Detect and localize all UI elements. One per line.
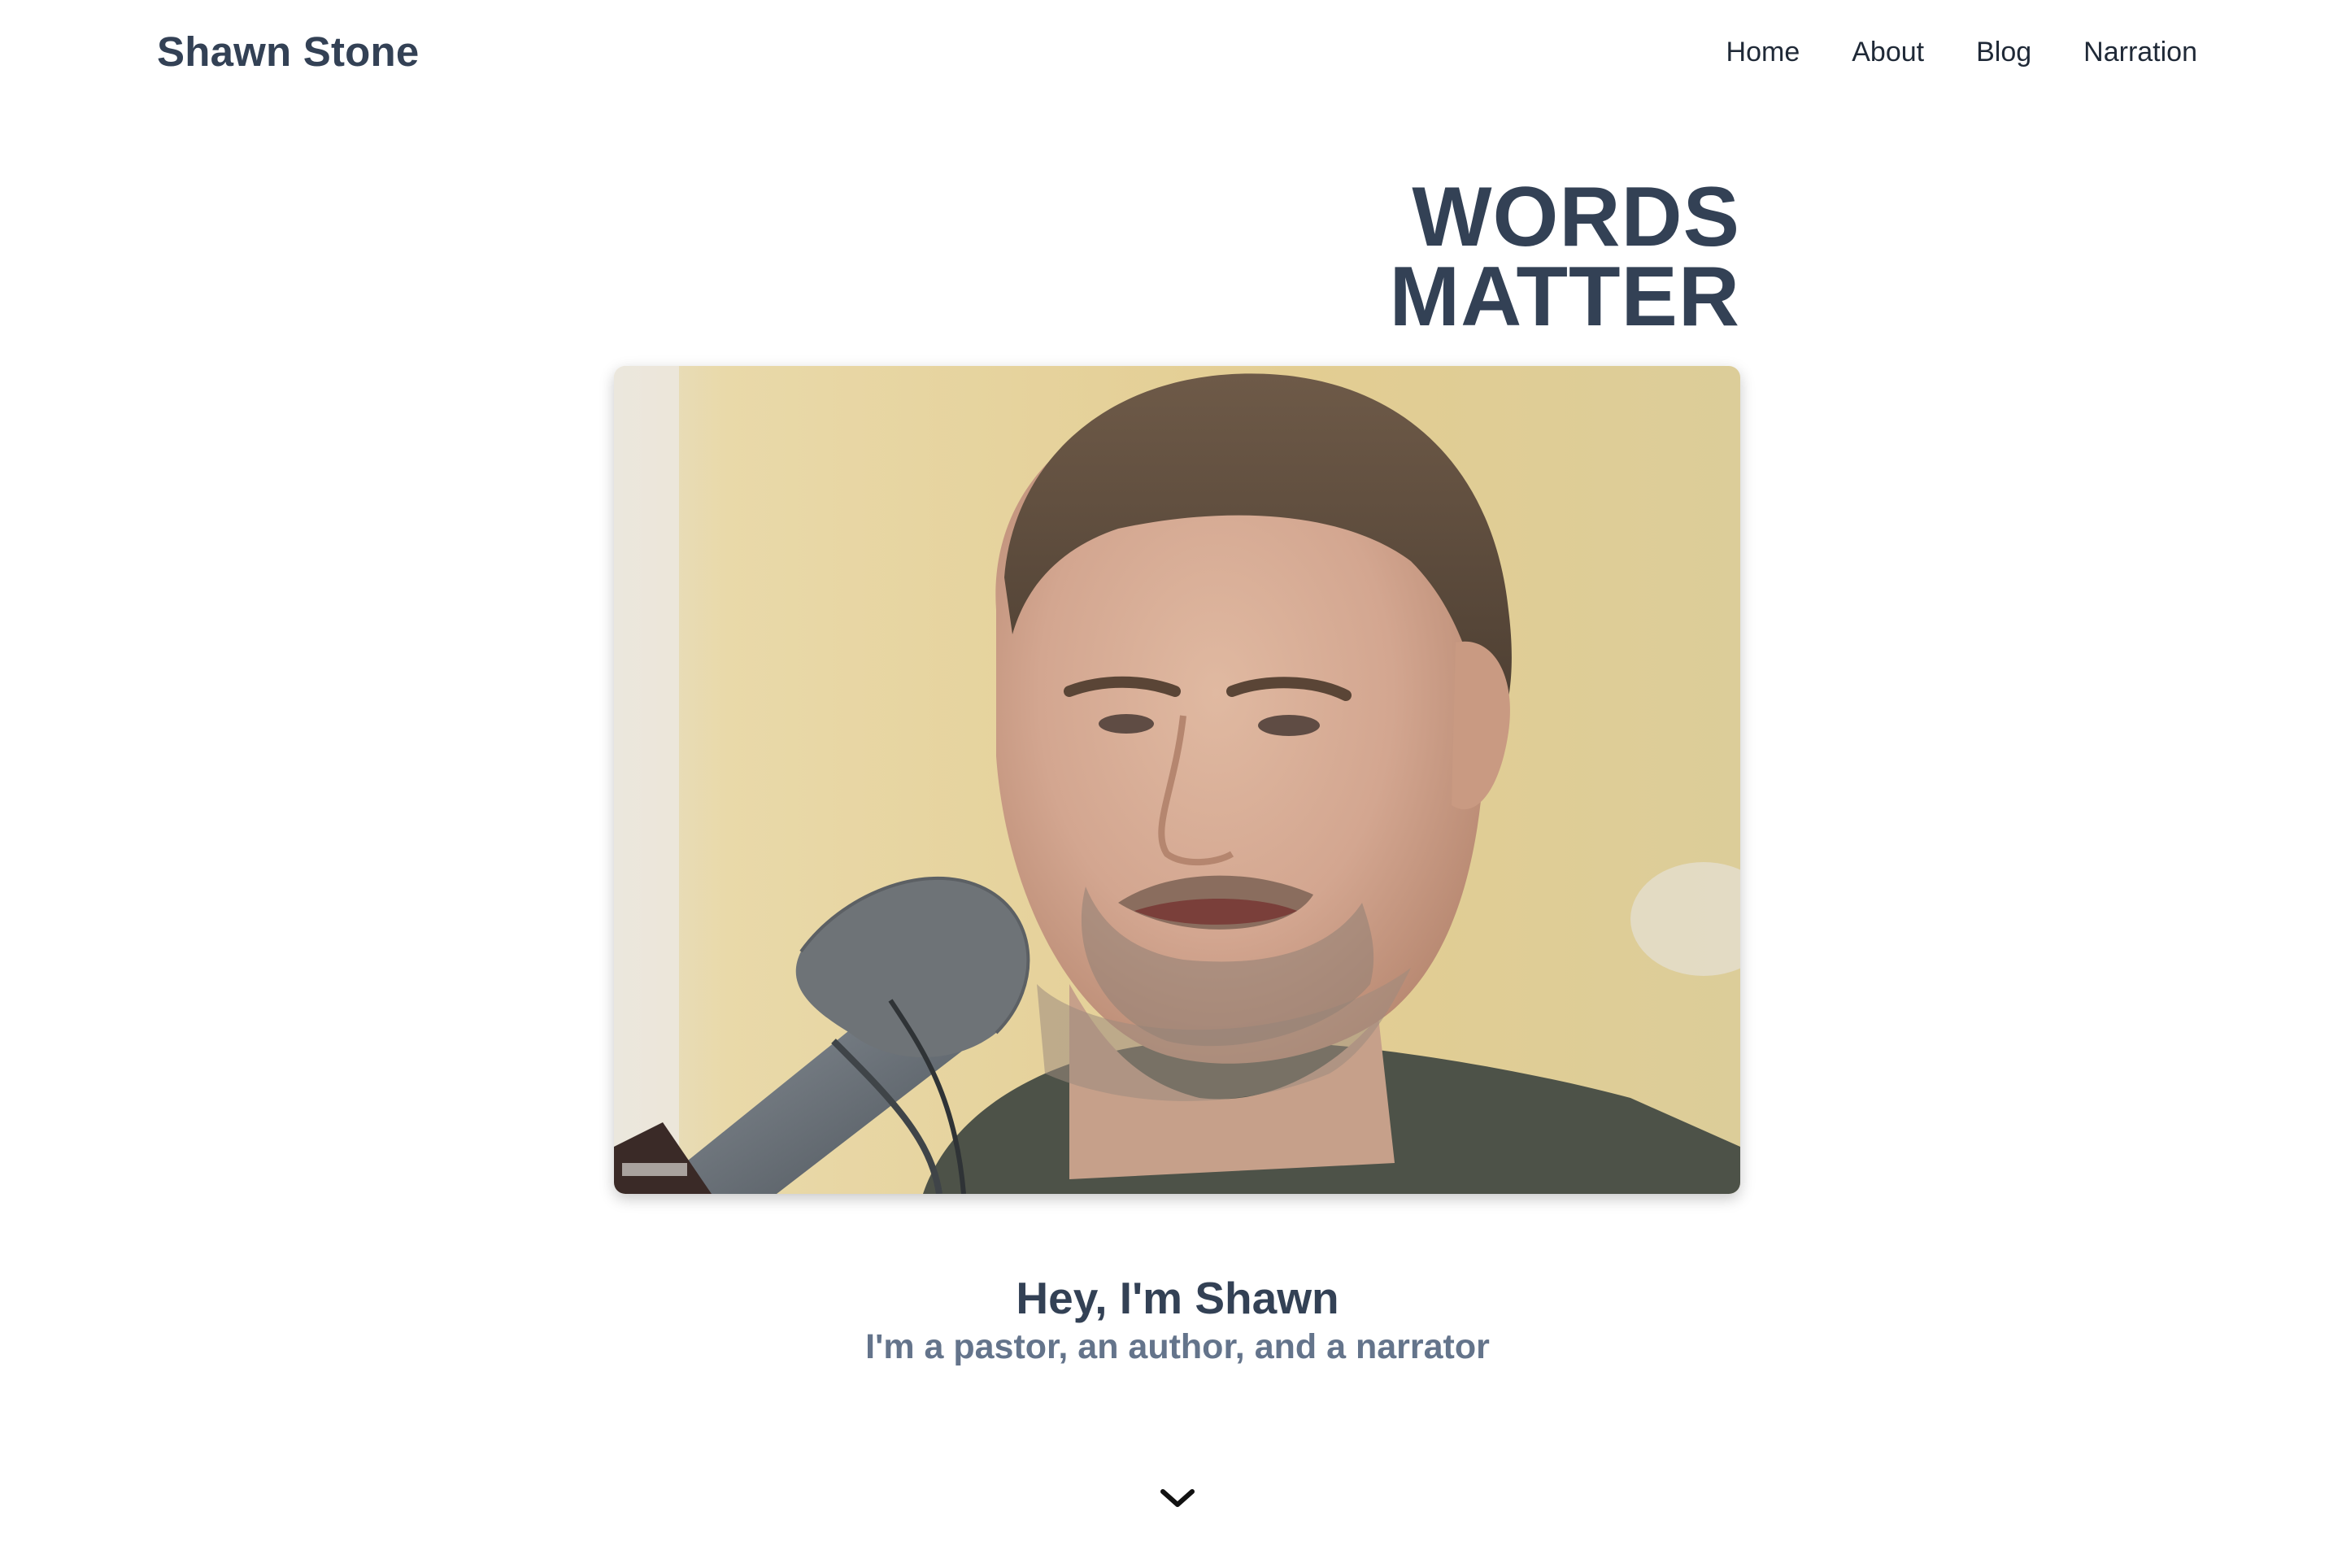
intro-title: Hey, I'm Shawn — [1016, 1273, 1339, 1323]
headline-line-1: WORDS — [1412, 170, 1740, 264]
site-header: Shawn Stone Home About Blog Narration — [0, 0, 2342, 104]
main-nav: Home About Blog Narration — [1726, 33, 2197, 72]
hero-photo[interactable] — [614, 366, 1740, 1194]
site-brand[interactable]: Shawn Stone — [157, 23, 419, 81]
chevron-down-icon — [1160, 1489, 1195, 1507]
nav-blog[interactable]: Blog — [1976, 33, 2031, 72]
nav-home[interactable]: Home — [1726, 33, 1800, 72]
intro-subtitle: I'm a pastor, an author, and a narrator — [865, 1327, 1490, 1366]
nav-narration[interactable]: Narration — [2083, 33, 2197, 72]
scroll-down-button[interactable] — [1156, 1482, 1199, 1514]
headline-line-2: MATTER — [1389, 250, 1740, 344]
portrait-photo-icon — [614, 366, 1740, 1194]
hero-headline: WORDS MATTER — [1389, 170, 1740, 344]
nav-about[interactable]: About — [1852, 33, 1924, 72]
